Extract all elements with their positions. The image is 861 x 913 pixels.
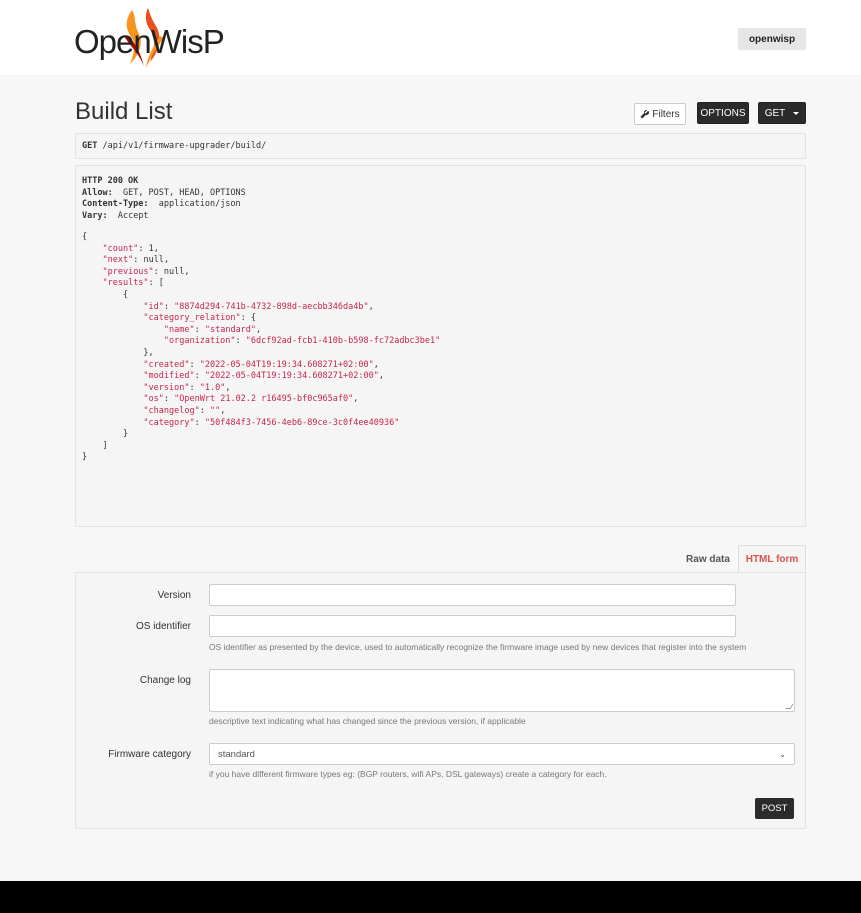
version-input[interactable]: [209, 584, 736, 606]
request-info: GET /api/v1/firmware-upgrader/build/: [75, 133, 806, 159]
top-navbar: OpenWisP openwisp: [0, 0, 861, 75]
os-identifier-help: OS identifier as presented by the device…: [209, 642, 747, 652]
response-info: HTTP 200 OK Allow: GET, POST, HEAD, OPTI…: [75, 165, 806, 527]
version-label: Version: [157, 590, 191, 601]
json-count: 1: [148, 243, 154, 254]
post-form: Version OS identifier OS identifier as p…: [75, 572, 806, 829]
json-id: "8874d294-741b-4732-898d-aecbb346da4b": [174, 301, 369, 312]
json-changelog: "": [209, 405, 221, 416]
logo-text: OpenWisP: [74, 23, 225, 60]
firmware-category-value: standard: [218, 748, 255, 760]
get-label: GET: [764, 107, 786, 119]
response-body: { "count": 1, "next": null, "previous": …: [82, 232, 441, 463]
tab-html-form[interactable]: HTML form: [738, 545, 806, 573]
header-name: Content-Type:: [82, 199, 149, 209]
firmware-category-select[interactable]: standard ⌄: [209, 743, 795, 765]
header-name: Allow:: [82, 187, 113, 198]
filters-label: Filters: [652, 108, 680, 120]
change-log-label: Change log: [139, 675, 191, 686]
os-identifier-input[interactable]: [209, 615, 736, 637]
json-os: "OpenWrt 21.02.2 r16495-bf0c965af0": [174, 394, 354, 405]
json-next: null: [143, 255, 164, 266]
header-name: Vary:: [82, 210, 108, 221]
json-modified: "2022-05-04T19:19:34.608271+02:00": [204, 371, 379, 382]
request-path: /api/v1/firmware-upgrader/build/: [102, 141, 267, 151]
main-content: Build List Filters OPTIONS GET GET /api/…: [0, 75, 861, 881]
user-menu[interactable]: openwisp: [738, 28, 806, 50]
resize-handle-icon[interactable]: [785, 704, 794, 709]
response-status: HTTP 200 OK: [82, 176, 139, 186]
wrench-icon: [640, 109, 650, 119]
json-created: "2022-05-04T19:19:34.608271+02:00": [199, 359, 374, 370]
os-identifier-label: OS identifier: [135, 621, 191, 632]
filters-button[interactable]: Filters: [634, 103, 686, 125]
page-title: Build List: [75, 98, 173, 125]
post-button[interactable]: POST: [755, 798, 794, 819]
change-log-textarea[interactable]: [209, 669, 795, 712]
json-version: "1.0": [199, 382, 226, 393]
request-method: GET: [82, 141, 98, 151]
options-button[interactable]: OPTIONS: [697, 102, 749, 124]
change-log-help: descriptive text indicating what has cha…: [209, 716, 526, 726]
footer-bar: [0, 881, 861, 913]
get-button[interactable]: GET: [758, 102, 806, 124]
firmware-category-help: if you have different firmware types eg:…: [209, 769, 607, 779]
openwisp-logo[interactable]: OpenWisP: [74, 6, 225, 72]
firmware-category-label: Firmware category: [108, 749, 191, 760]
json-previous: null: [163, 266, 185, 277]
json-category-name: "standard": [204, 324, 257, 335]
json-category: "50f484f3-7456-4eb6-89ce-3c0f4ee40936": [204, 417, 400, 428]
header-value: Accept: [117, 210, 149, 221]
header-value: GET, POST, HEAD, OPTIONS: [122, 187, 246, 198]
tab-raw-data[interactable]: Raw data: [680, 545, 736, 573]
header-value: application/json: [158, 199, 241, 209]
json-category-organization: "6dcf92ad-fcb1-410b-b598-fc72adbc3be1": [245, 336, 441, 347]
chevron-down-icon: ⌄: [779, 749, 786, 759]
caret-down-icon: [793, 111, 800, 115]
